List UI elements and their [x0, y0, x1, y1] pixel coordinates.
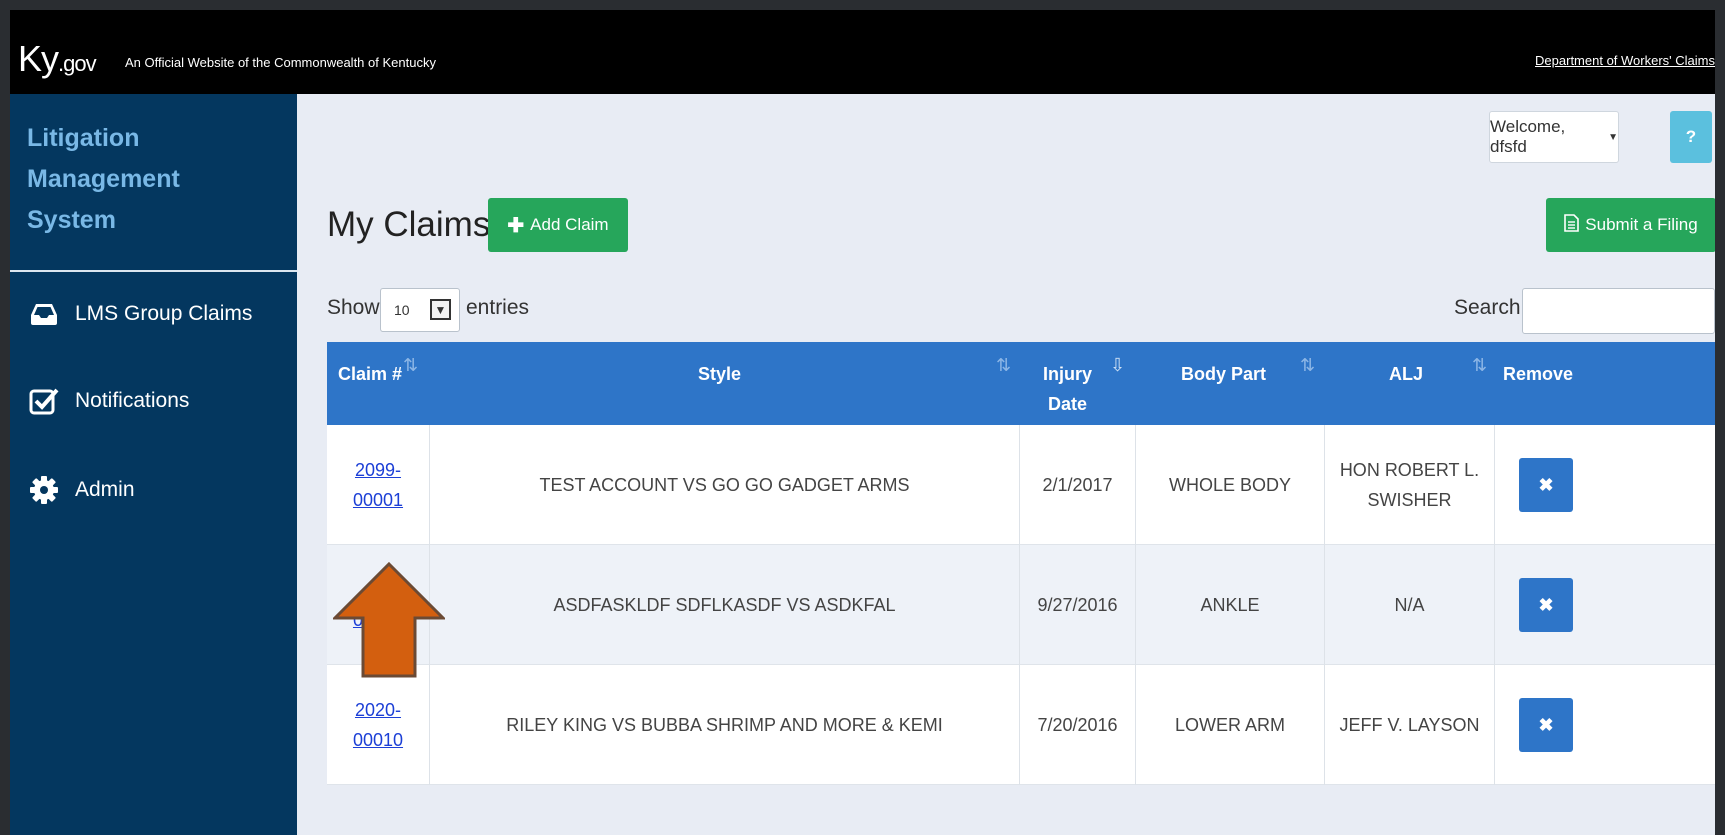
- table-row: 2020- 00010 RILEY KING VS BUBBA SHRIMP AN…: [327, 665, 1715, 785]
- col-remove: Remove: [1495, 342, 1715, 425]
- col-label-line1: Injury: [1043, 364, 1093, 384]
- submit-filing-button[interactable]: Submit a Filing: [1546, 198, 1715, 252]
- style-cell: RILEY KING VS BUBBA SHRIMP AND MORE & KE…: [430, 665, 1020, 785]
- table-header: Claim # ⇅ Style ⇅ Injury Date ⇩ Body Par…: [327, 342, 1715, 425]
- logo-gov: .gov: [58, 51, 97, 76]
- body-part-cell: WHOLE BODY: [1136, 425, 1325, 545]
- page-size-select[interactable]: 10 ▼: [380, 288, 460, 332]
- sort-icon: ⇅: [1300, 355, 1316, 375]
- injury-date-cell: 7/20/2016: [1020, 665, 1136, 785]
- search-label: Search:: [1454, 296, 1527, 319]
- claim-number-link[interactable]: 2099- 00001: [353, 455, 403, 515]
- injury-date-cell: 2/1/2017: [1020, 425, 1136, 545]
- welcome-text: Welcome, dfsfd: [1490, 117, 1566, 156]
- page-size-value: 10: [394, 302, 410, 318]
- sort-desc-icon: ⇩: [1110, 355, 1126, 375]
- claim-number-part2: 00010: [352, 730, 404, 750]
- annotation-arrow-up-icon: [333, 562, 445, 678]
- injury-date-cell: 9/27/2016: [1020, 545, 1136, 665]
- sidebar-item-label: LMS Group Claims: [75, 302, 253, 325]
- col-body-part[interactable]: Body Part ⇅: [1136, 342, 1325, 425]
- search-input[interactable]: [1522, 288, 1715, 334]
- close-icon: ✖: [1538, 715, 1554, 735]
- gear-icon: [27, 475, 61, 505]
- page-title: My Claims: [327, 205, 491, 244]
- sidebar: Litigation Management System LMS Group C…: [10, 94, 297, 835]
- plus-icon: ✚: [507, 214, 525, 237]
- remove-button[interactable]: ✖: [1519, 698, 1573, 752]
- sidebar-item-lms-group-claims[interactable]: LMS Group Claims: [27, 294, 292, 334]
- col-injury-date[interactable]: Injury Date ⇩: [1020, 342, 1136, 425]
- alj-line1: HON ROBERT L.: [1339, 460, 1480, 480]
- dropdown-arrow-icon[interactable]: ▼: [430, 299, 451, 320]
- claim-number-part2: 00001: [352, 490, 404, 510]
- sidebar-item-admin[interactable]: Admin: [27, 470, 292, 510]
- body-part-cell: ANKLE: [1136, 545, 1325, 665]
- alj-line2: SWISHER: [1367, 490, 1452, 510]
- col-label: Body Part: [1181, 364, 1267, 384]
- table-row: 2099- 00001 TEST ACCOUNT VS GO GO GADGET …: [327, 425, 1715, 545]
- ky-gov-logo[interactable]: Ky.gov: [18, 38, 97, 80]
- add-claim-label: Add Claim: [530, 215, 609, 234]
- close-icon: ✖: [1538, 475, 1554, 495]
- claim-number-link[interactable]: 2020- 00010: [353, 695, 403, 755]
- sidebar-item-label: Notifications: [75, 389, 190, 412]
- claim-number-part1: 2020-: [354, 700, 402, 720]
- brand-line-2: Management: [27, 165, 180, 193]
- top-bar: Ky.gov An Official Website of the Common…: [10, 10, 1715, 94]
- col-alj[interactable]: ALJ ⇅: [1325, 342, 1495, 425]
- col-style[interactable]: Style ⇅: [430, 342, 1020, 425]
- col-label-line2: Date: [1048, 394, 1088, 414]
- add-claim-button[interactable]: ✚ Add Claim: [488, 198, 628, 252]
- alj-cell: N/A: [1325, 545, 1495, 665]
- remove-button[interactable]: ✖: [1519, 578, 1573, 632]
- document-icon: [1564, 213, 1580, 237]
- show-label: Show: [327, 296, 380, 319]
- inbox-icon: [27, 299, 61, 329]
- claim-number-part1: 2099-: [354, 460, 402, 480]
- checkbox-icon: [27, 386, 61, 416]
- style-cell: TEST ACCOUNT VS GO GO GADGET ARMS: [430, 425, 1020, 545]
- remove-button[interactable]: ✖: [1519, 458, 1573, 512]
- col-label: ALJ: [1389, 364, 1424, 384]
- caret-down-icon: ▼: [1608, 131, 1618, 143]
- sidebar-divider: [10, 270, 297, 272]
- table-row: 00012 ASDFASKLDF SDFLKASDF VS ASDKFAL 9/…: [327, 545, 1715, 665]
- claim-number-cell: 2099- 00001: [327, 425, 430, 545]
- sort-icon: ⇅: [403, 355, 419, 375]
- close-icon: ✖: [1538, 595, 1554, 615]
- sort-icon: ⇅: [996, 355, 1012, 375]
- col-label: Claim #: [338, 364, 403, 384]
- remove-cell: ✖: [1495, 665, 1597, 785]
- remove-cell: ✖: [1495, 545, 1597, 665]
- entries-label: entries: [466, 296, 530, 319]
- logo-ky: Ky: [18, 38, 59, 79]
- style-cell: ASDFASKLDF SDFLKASDF VS ASDKFAL: [430, 545, 1020, 665]
- official-website-text: An Official Website of the Commonwealth …: [125, 55, 436, 70]
- help-button[interactable]: ?: [1670, 111, 1712, 163]
- submit-filing-label: Submit a Filing: [1585, 215, 1698, 234]
- claim-number-cell: 2020- 00010: [327, 665, 430, 785]
- remove-cell: ✖: [1495, 425, 1597, 545]
- body-part-cell: LOWER ARM: [1136, 665, 1325, 785]
- sidebar-item-notifications[interactable]: Notifications: [27, 381, 292, 421]
- col-label: Remove: [1503, 364, 1574, 384]
- col-claim-number[interactable]: Claim # ⇅: [327, 342, 430, 425]
- alj-cell: JEFF V. LAYSON: [1325, 665, 1495, 785]
- app-frame: Ky.gov An Official Website of the Common…: [10, 10, 1715, 835]
- app-brand[interactable]: Litigation Management System: [27, 118, 287, 241]
- claims-table: Claim # ⇅ Style ⇅ Injury Date ⇩ Body Par…: [327, 342, 1715, 785]
- col-label: Style: [698, 364, 742, 384]
- department-link[interactable]: Department of Workers' Claims: [1535, 53, 1715, 68]
- welcome-dropdown[interactable]: Welcome, dfsfd ▼: [1489, 111, 1619, 163]
- alj-cell: HON ROBERT L. SWISHER: [1325, 425, 1495, 545]
- brand-line-1: Litigation: [27, 124, 140, 152]
- sidebar-item-label: Admin: [75, 478, 135, 501]
- brand-line-3: System: [27, 206, 116, 234]
- sort-icon: ⇅: [1472, 355, 1488, 375]
